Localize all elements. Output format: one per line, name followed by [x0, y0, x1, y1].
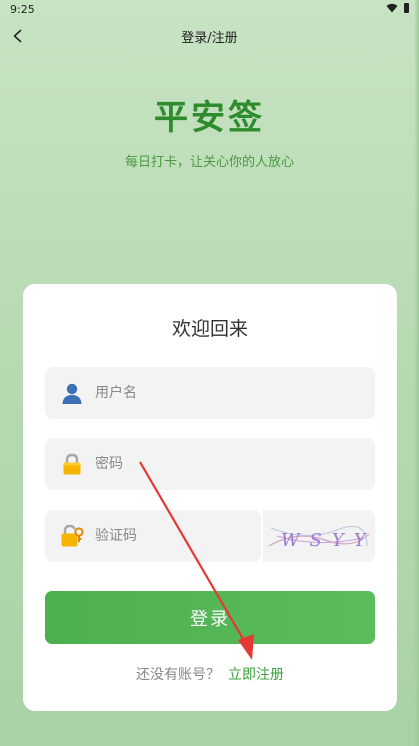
brand-title: 平安签	[154, 98, 265, 138]
lock-key-icon	[59, 523, 85, 549]
register-row: 还没有账号？ 立即注册	[23, 664, 397, 684]
captcha-graphic: WSYY	[268, 526, 371, 551]
password-field	[45, 438, 375, 490]
status-icons	[386, 3, 409, 13]
captcha-text: WSYY	[281, 530, 371, 551]
battery-icon	[404, 3, 409, 13]
nav-bar: 登录/注册	[0, 20, 419, 54]
login-button[interactable]: 登录	[45, 591, 375, 644]
register-prompt: 还没有账号？	[136, 667, 220, 683]
brand-slogan: 每日打卡，让关心你的人放心	[124, 155, 294, 170]
user-icon	[59, 380, 85, 406]
captcha-field	[45, 510, 269, 562]
lock-icon	[59, 451, 85, 477]
status-bar: 9:25	[0, 0, 419, 18]
status-time: 9:25	[10, 3, 35, 16]
password-input[interactable]	[95, 438, 375, 490]
username-input[interactable]	[95, 367, 375, 419]
scrollbar[interactable]	[414, 0, 419, 746]
wifi-icon	[386, 3, 398, 13]
captcha-image[interactable]: WSYY	[263, 510, 375, 562]
username-field	[45, 367, 375, 419]
login-card: 欢迎回来 用户名 验证码 WSYY 登录 还没有账号？ 立即注册	[23, 284, 397, 711]
captcha-input[interactable]	[95, 510, 269, 562]
card-title: 欢迎回来	[171, 318, 248, 340]
register-link[interactable]: 立即注册	[228, 667, 284, 683]
page-title: 登录/注册	[181, 31, 238, 46]
